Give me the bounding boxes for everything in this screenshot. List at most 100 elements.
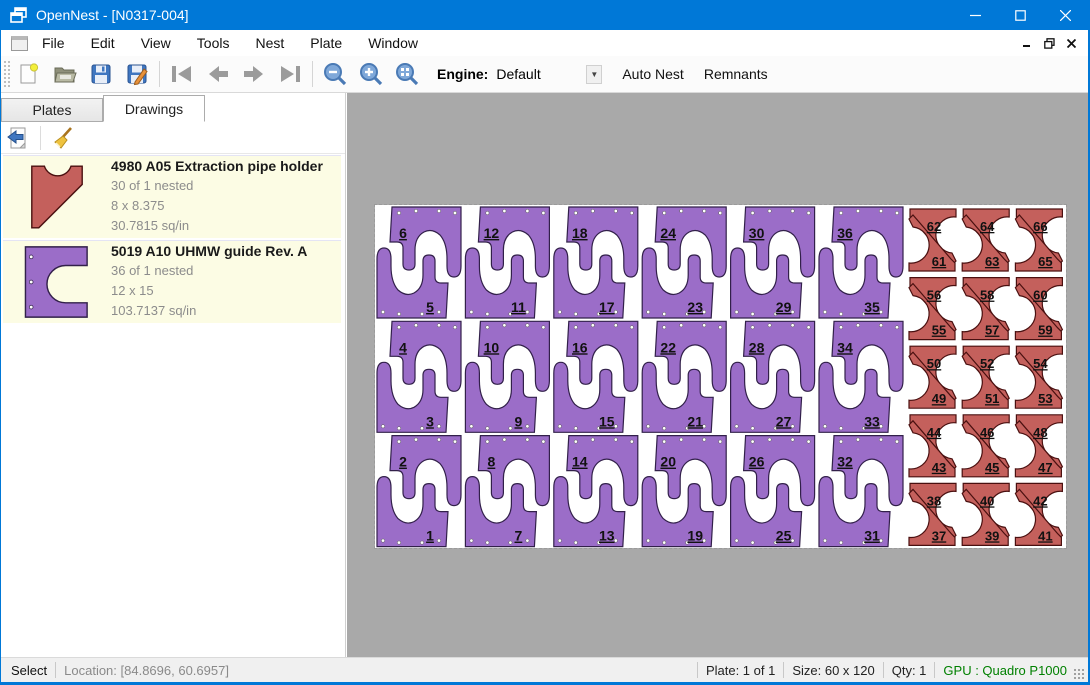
chevron-down-icon[interactable]: ▼ bbox=[586, 65, 602, 84]
part-number: 21 bbox=[687, 413, 703, 429]
tab-drawings[interactable]: Drawings bbox=[103, 95, 205, 122]
menu-file[interactable]: File bbox=[30, 31, 77, 55]
auto-nest-button[interactable]: Auto Nest bbox=[612, 66, 693, 82]
open-button[interactable] bbox=[47, 58, 83, 90]
pilot-hole bbox=[470, 425, 473, 428]
new-button[interactable] bbox=[11, 58, 47, 90]
pilot-hole bbox=[437, 438, 440, 441]
pilot-hole bbox=[719, 211, 722, 214]
pilot-hole bbox=[591, 438, 594, 441]
last-plate-button[interactable] bbox=[272, 58, 308, 90]
minimize-button[interactable] bbox=[953, 0, 998, 30]
part-number: 30 bbox=[749, 225, 765, 241]
pilot-hole bbox=[526, 324, 529, 327]
pilot-hole bbox=[526, 539, 529, 542]
pilot-hole bbox=[719, 440, 722, 443]
part-number: 42 bbox=[1033, 493, 1047, 508]
menu-edit[interactable]: Edit bbox=[79, 31, 127, 55]
part-number: 50 bbox=[927, 356, 941, 371]
pilot-hole bbox=[630, 326, 633, 329]
toolbar-separator bbox=[159, 61, 160, 87]
part-number: 22 bbox=[660, 339, 676, 355]
pilot-hole bbox=[558, 425, 561, 428]
pilot-hole bbox=[574, 440, 577, 443]
remnants-button[interactable]: Remnants bbox=[694, 66, 778, 82]
plate-sheet[interactable]: 6512111817242330293635431091615222128273… bbox=[375, 205, 1066, 548]
pilot-hole bbox=[542, 211, 545, 214]
pilot-hole bbox=[823, 310, 826, 313]
menu-nest[interactable]: Nest bbox=[243, 31, 296, 55]
pilot-hole bbox=[751, 541, 754, 544]
pilot-hole bbox=[558, 310, 561, 313]
menu-window[interactable]: Window bbox=[356, 31, 430, 55]
menu-view[interactable]: View bbox=[129, 31, 183, 55]
document-window-icon[interactable] bbox=[11, 36, 28, 51]
pilot-hole bbox=[574, 326, 577, 329]
zoom-out-button[interactable] bbox=[317, 58, 353, 90]
previous-plate-button[interactable] bbox=[200, 58, 236, 90]
sidebar-tabs: Plates Drawings bbox=[1, 95, 345, 122]
pilot-hole bbox=[526, 425, 529, 428]
clean-drawings-button[interactable] bbox=[46, 123, 80, 153]
part-number: 18 bbox=[572, 225, 588, 241]
status-size: Size: 60 x 120 bbox=[792, 663, 874, 678]
save-button[interactable] bbox=[83, 58, 119, 90]
pilot-hole bbox=[526, 310, 529, 313]
part-number: 36 bbox=[837, 225, 853, 241]
menu-bar: File Edit View Tools Nest Plate Window bbox=[1, 30, 1088, 56]
pilot-hole bbox=[879, 324, 882, 327]
pilot-hole bbox=[663, 211, 666, 214]
zoom-in-button[interactable] bbox=[353, 58, 389, 90]
child-restore-button[interactable] bbox=[1038, 33, 1060, 53]
part-number: 4 bbox=[399, 339, 407, 355]
pilot-hole bbox=[791, 324, 794, 327]
pilot-hole bbox=[856, 438, 859, 441]
zoom-extents-button[interactable] bbox=[389, 58, 425, 90]
part-number: 52 bbox=[980, 356, 994, 371]
pilot-hole bbox=[486, 326, 489, 329]
save-as-button[interactable] bbox=[119, 58, 155, 90]
pilot-hole bbox=[420, 427, 423, 430]
status-separator bbox=[697, 662, 698, 678]
engine-select[interactable]: Default ▼ bbox=[496, 65, 602, 84]
pilot-hole bbox=[791, 209, 794, 212]
part-number: 35 bbox=[864, 299, 880, 315]
pilot-hole bbox=[486, 440, 489, 443]
tab-plates[interactable]: Plates bbox=[1, 98, 103, 122]
pilot-hole bbox=[414, 324, 417, 327]
close-button[interactable] bbox=[1043, 0, 1088, 30]
toolbar-grip[interactable] bbox=[3, 60, 11, 88]
pilot-hole bbox=[526, 209, 529, 212]
part-number: 63 bbox=[985, 254, 999, 269]
part-number: 27 bbox=[776, 413, 792, 429]
resize-grip[interactable] bbox=[1073, 668, 1085, 680]
pilot-hole bbox=[397, 326, 400, 329]
maximize-button[interactable] bbox=[998, 0, 1043, 30]
status-separator bbox=[883, 662, 884, 678]
pilot-hole bbox=[647, 310, 650, 313]
pilot-hole bbox=[856, 209, 859, 212]
child-minimize-button[interactable] bbox=[1016, 33, 1038, 53]
part-number: 29 bbox=[776, 299, 792, 315]
pilot-hole bbox=[751, 440, 754, 443]
part-number: 38 bbox=[927, 493, 941, 508]
part-number: 51 bbox=[985, 391, 999, 406]
next-plate-button[interactable] bbox=[236, 58, 272, 90]
pilot-hole bbox=[509, 541, 512, 544]
menu-tools[interactable]: Tools bbox=[185, 31, 242, 55]
drawing-item-extraction-pipe-holder[interactable]: 4980 A05 Extraction pipe holder 30 of 1 … bbox=[3, 155, 341, 238]
part-number: 26 bbox=[749, 454, 765, 470]
child-close-button[interactable] bbox=[1060, 33, 1082, 53]
nest-canvas[interactable]: 6512111817242330293635431091615222128273… bbox=[347, 93, 1088, 660]
pilot-hole bbox=[614, 425, 617, 428]
drawing-item-uhmw-guide[interactable]: 5019 A10 UHMW guide Rev. A 36 of 1 neste… bbox=[3, 240, 341, 323]
part-number: 31 bbox=[864, 528, 880, 544]
pilot-hole bbox=[420, 541, 423, 544]
pilot-hole bbox=[614, 438, 617, 441]
first-plate-button[interactable] bbox=[164, 58, 200, 90]
menu-plate[interactable]: Plate bbox=[298, 31, 354, 55]
import-drawing-button[interactable] bbox=[1, 123, 35, 153]
pilot-hole bbox=[680, 324, 683, 327]
status-separator bbox=[934, 662, 935, 678]
window-title: OpenNest - [N0317-004] bbox=[36, 7, 189, 23]
